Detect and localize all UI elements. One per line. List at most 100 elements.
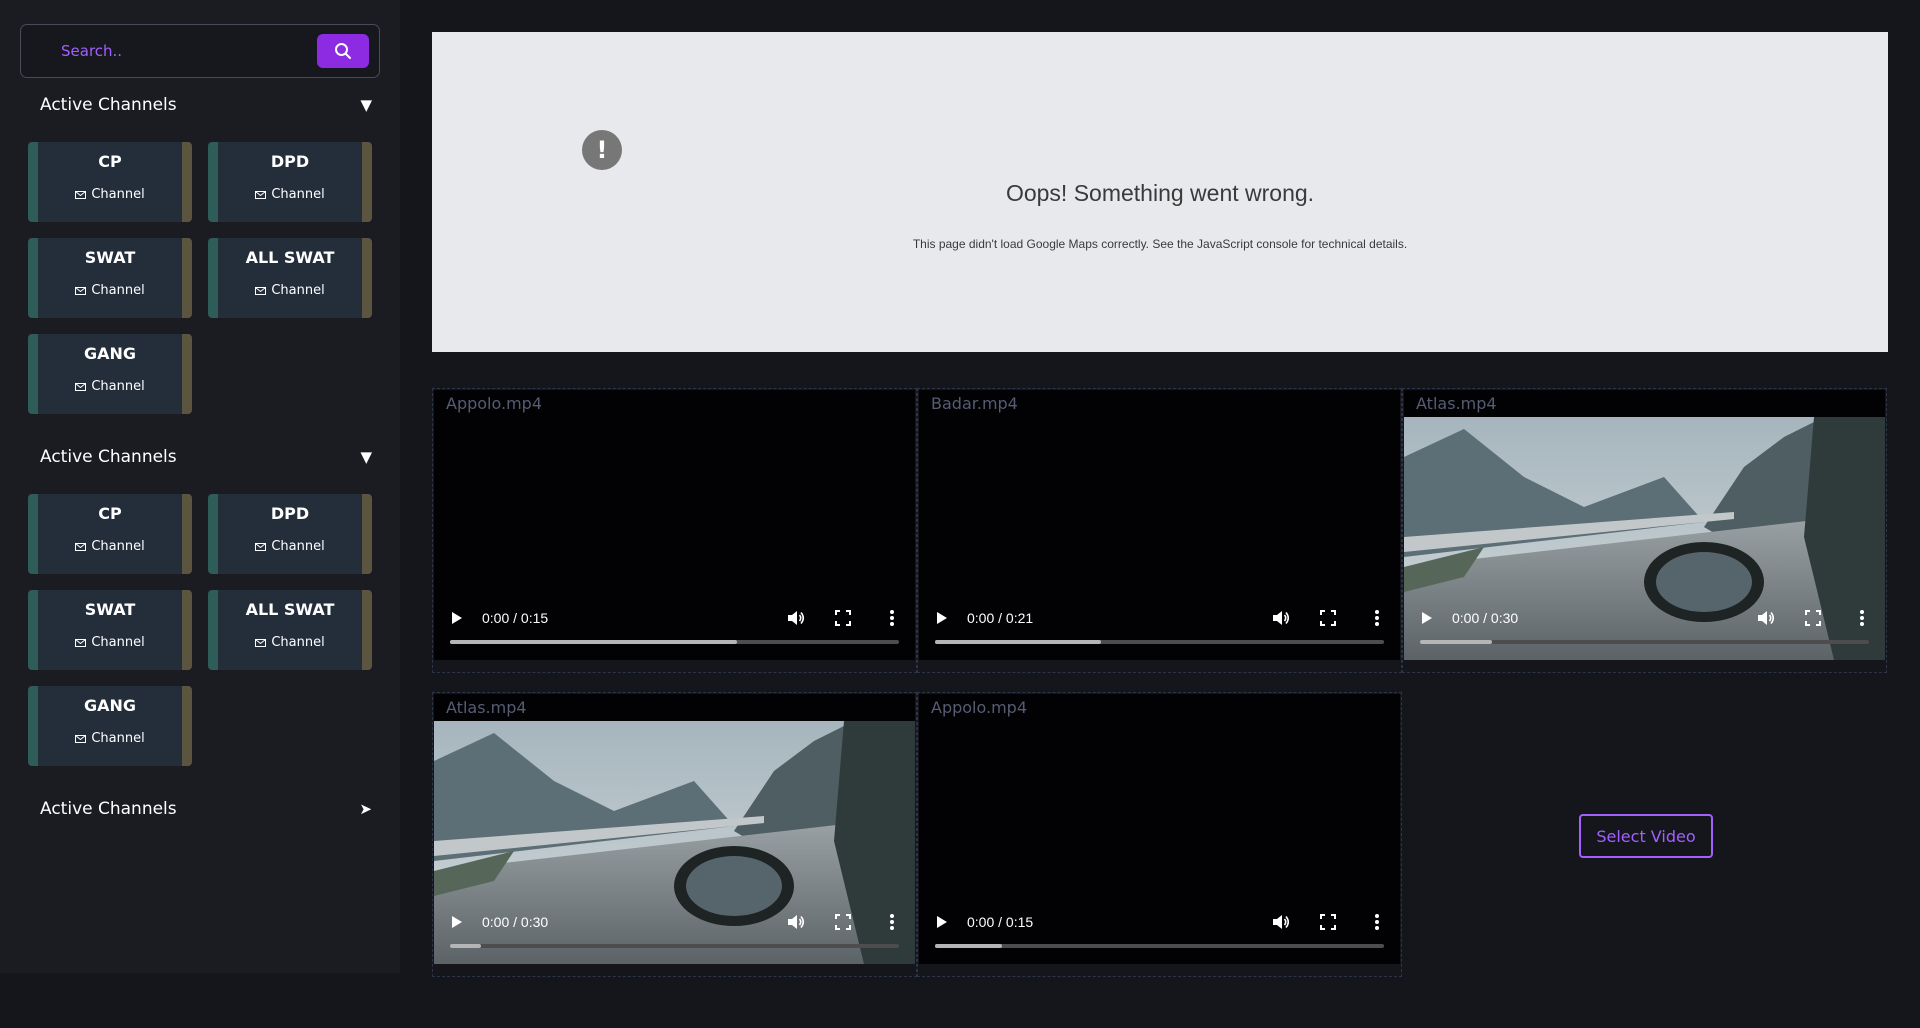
section-title: Active Channels — [40, 799, 177, 819]
video-progress-track[interactable] — [1420, 640, 1869, 644]
video-filename: Appolo.mp4 — [446, 394, 543, 413]
video-progress-track[interactable] — [935, 640, 1384, 644]
video-controls: 0:00 / 0:15 — [919, 894, 1400, 964]
more-icon[interactable] — [889, 913, 895, 931]
video-cell: Badar.mp4 0:00 / 0:21 — [917, 388, 1402, 673]
channel-name: ALL SWAT — [245, 248, 335, 267]
more-icon[interactable] — [889, 609, 895, 627]
chevron-down-icon: ▼ — [360, 448, 372, 466]
channel-name: GANG — [83, 696, 137, 715]
video-progress-fill — [935, 640, 1102, 644]
channel-card-all-swat[interactable]: ALL SWAT Channel — [208, 590, 372, 670]
video-player[interactable]: 0:00 / 0:15 — [919, 694, 1400, 964]
video-progress-track[interactable] — [935, 944, 1384, 948]
select-video-button[interactable]: Select Video — [1579, 814, 1713, 858]
video-progress-track[interactable] — [450, 640, 899, 644]
video-cell: Atlas.mp4 0:00 / 0:30 — [1402, 388, 1887, 673]
map-error-panel: ! Oops! Something went wrong. This page … — [432, 32, 1888, 352]
video-player[interactable]: 0:00 / 0:21 — [919, 390, 1400, 660]
play-icon[interactable] — [935, 914, 949, 930]
volume-icon[interactable] — [787, 610, 805, 626]
channel-name: CP — [98, 504, 122, 523]
video-controls: 0:00 / 0:21 — [919, 590, 1400, 660]
mail-icon — [75, 190, 87, 199]
channel-label: Channel — [218, 283, 362, 298]
play-icon[interactable] — [935, 610, 949, 626]
channel-label: Channel — [218, 187, 362, 202]
video-progress-fill — [450, 640, 738, 644]
more-icon[interactable] — [1374, 609, 1380, 627]
video-progress-fill — [935, 944, 1003, 948]
search-button[interactable] — [317, 34, 369, 68]
video-cell: Appolo.mp4 0:00 / 0:15 — [432, 388, 917, 673]
channel-card-all-swat[interactable]: ALL SWAT Channel — [208, 238, 372, 318]
volume-icon[interactable] — [1272, 610, 1290, 626]
sidebar: Active Channels ▼ CP Channel DPD Channel… — [0, 0, 400, 973]
fullscreen-icon[interactable] — [1320, 610, 1336, 626]
play-icon[interactable] — [450, 610, 464, 626]
fullscreen-icon[interactable] — [1805, 610, 1821, 626]
chevron-right-icon: ➤ — [359, 800, 372, 818]
channel-label: Channel — [38, 283, 182, 298]
channel-card-dpd[interactable]: DPD Channel — [208, 494, 372, 574]
video-controls: 0:00 / 0:30 — [434, 894, 915, 964]
section-header-active-channels[interactable]: Active Channels ▼ — [40, 445, 372, 469]
chevron-down-icon: ▼ — [360, 96, 372, 114]
video-player[interactable]: 0:00 / 0:15 — [434, 390, 915, 660]
map-error-title: Oops! Something went wrong. — [1005, 180, 1315, 206]
video-progress-track[interactable] — [450, 944, 899, 948]
more-icon[interactable] — [1374, 913, 1380, 931]
channel-label: Channel — [38, 635, 182, 650]
fullscreen-icon[interactable] — [835, 914, 851, 930]
channel-name: SWAT — [84, 248, 136, 267]
channel-label: Channel — [38, 187, 182, 202]
video-time: 0:00 / 0:15 — [482, 610, 549, 626]
mail-icon — [75, 286, 87, 295]
alert-icon: ! — [582, 130, 622, 170]
video-filename: Atlas.mp4 — [1416, 394, 1497, 413]
section-header-active-channels[interactable]: Active Channels ➤ — [40, 797, 372, 821]
channel-name: CP — [98, 152, 122, 171]
map-error-message: This page didn't load Google Maps correc… — [912, 237, 1408, 251]
fullscreen-icon[interactable] — [1320, 914, 1336, 930]
video-controls: 0:00 / 0:15 — [434, 590, 915, 660]
video-time: 0:00 / 0:30 — [1452, 610, 1519, 626]
mail-icon — [255, 286, 267, 295]
channel-card-cp[interactable]: CP Channel — [28, 142, 192, 222]
volume-icon[interactable] — [1757, 610, 1775, 626]
video-filename: Badar.mp4 — [931, 394, 1018, 413]
mail-icon — [255, 190, 267, 199]
section-header-active-channels[interactable]: Active Channels ▼ — [40, 93, 372, 117]
play-icon[interactable] — [1420, 610, 1434, 626]
channel-card-swat[interactable]: SWAT Channel — [28, 238, 192, 318]
video-cell: Atlas.mp4 0:00 / 0:30 — [432, 692, 917, 977]
channel-label: Channel — [218, 539, 362, 554]
video-filename: Atlas.mp4 — [446, 698, 527, 717]
search-icon — [335, 43, 351, 59]
mail-icon — [75, 638, 87, 647]
volume-icon[interactable] — [1272, 914, 1290, 930]
video-progress-fill — [450, 944, 482, 948]
video-player[interactable]: 0:00 / 0:30 — [434, 694, 915, 964]
search-input[interactable] — [39, 33, 319, 69]
mail-icon — [255, 542, 267, 551]
channel-name: SWAT — [84, 600, 136, 619]
main-content: ! Oops! Something went wrong. This page … — [400, 0, 1920, 1028]
video-time: 0:00 / 0:30 — [482, 914, 549, 930]
channel-card-swat[interactable]: SWAT Channel — [28, 590, 192, 670]
play-icon[interactable] — [450, 914, 464, 930]
channel-label: Channel — [218, 635, 362, 650]
volume-icon[interactable] — [787, 914, 805, 930]
channel-card-gang[interactable]: GANG Channel — [28, 334, 192, 414]
more-icon[interactable] — [1859, 609, 1865, 627]
channel-card-dpd[interactable]: DPD Channel — [208, 142, 372, 222]
channel-label: Channel — [38, 379, 182, 394]
section-title: Active Channels — [40, 447, 177, 467]
video-player[interactable]: 0:00 / 0:30 — [1404, 390, 1885, 660]
video-cell: Appolo.mp4 0:00 / 0:15 — [917, 692, 1402, 977]
fullscreen-icon[interactable] — [835, 610, 851, 626]
search-bar — [20, 24, 380, 78]
channel-card-gang[interactable]: GANG Channel — [28, 686, 192, 766]
channel-card-cp[interactable]: CP Channel — [28, 494, 192, 574]
channel-name: GANG — [83, 344, 137, 363]
